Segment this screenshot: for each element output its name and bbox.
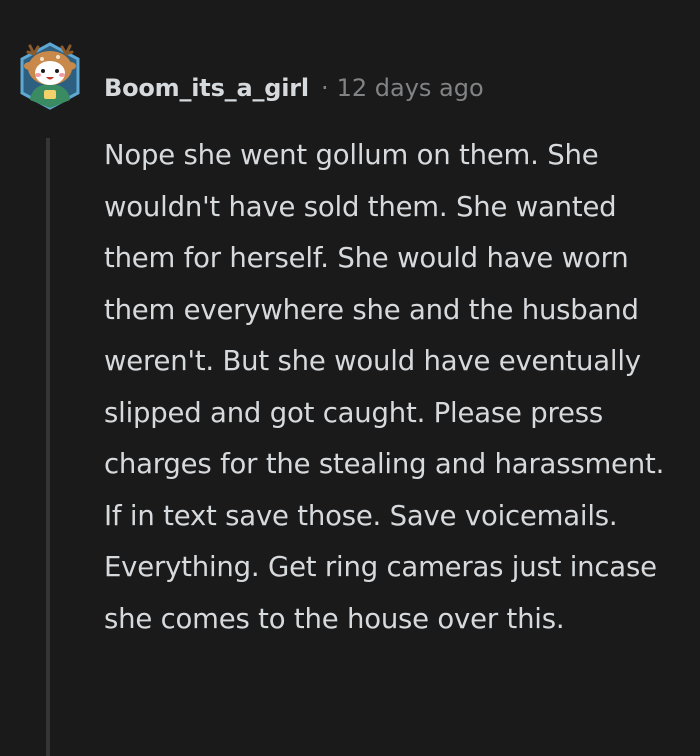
author-username-link[interactable]: Boom_its_a_girl <box>104 74 309 102</box>
comment-body: Nope she went gollum on them. She wouldn… <box>104 130 690 645</box>
thread-collapse-line[interactable] <box>46 138 50 756</box>
comment-header: Boom_its_a_girl · 12 days ago <box>104 68 484 108</box>
comment-body-text: Nope she went gollum on them. She wouldn… <box>104 139 665 635</box>
meta-separator: · <box>320 74 329 102</box>
user-avatar-icon[interactable] <box>14 40 86 112</box>
comment: Boom_its_a_girl · 12 days ago Nope she w… <box>0 0 700 756</box>
comment-timestamp-link[interactable]: 12 days ago <box>337 74 484 102</box>
